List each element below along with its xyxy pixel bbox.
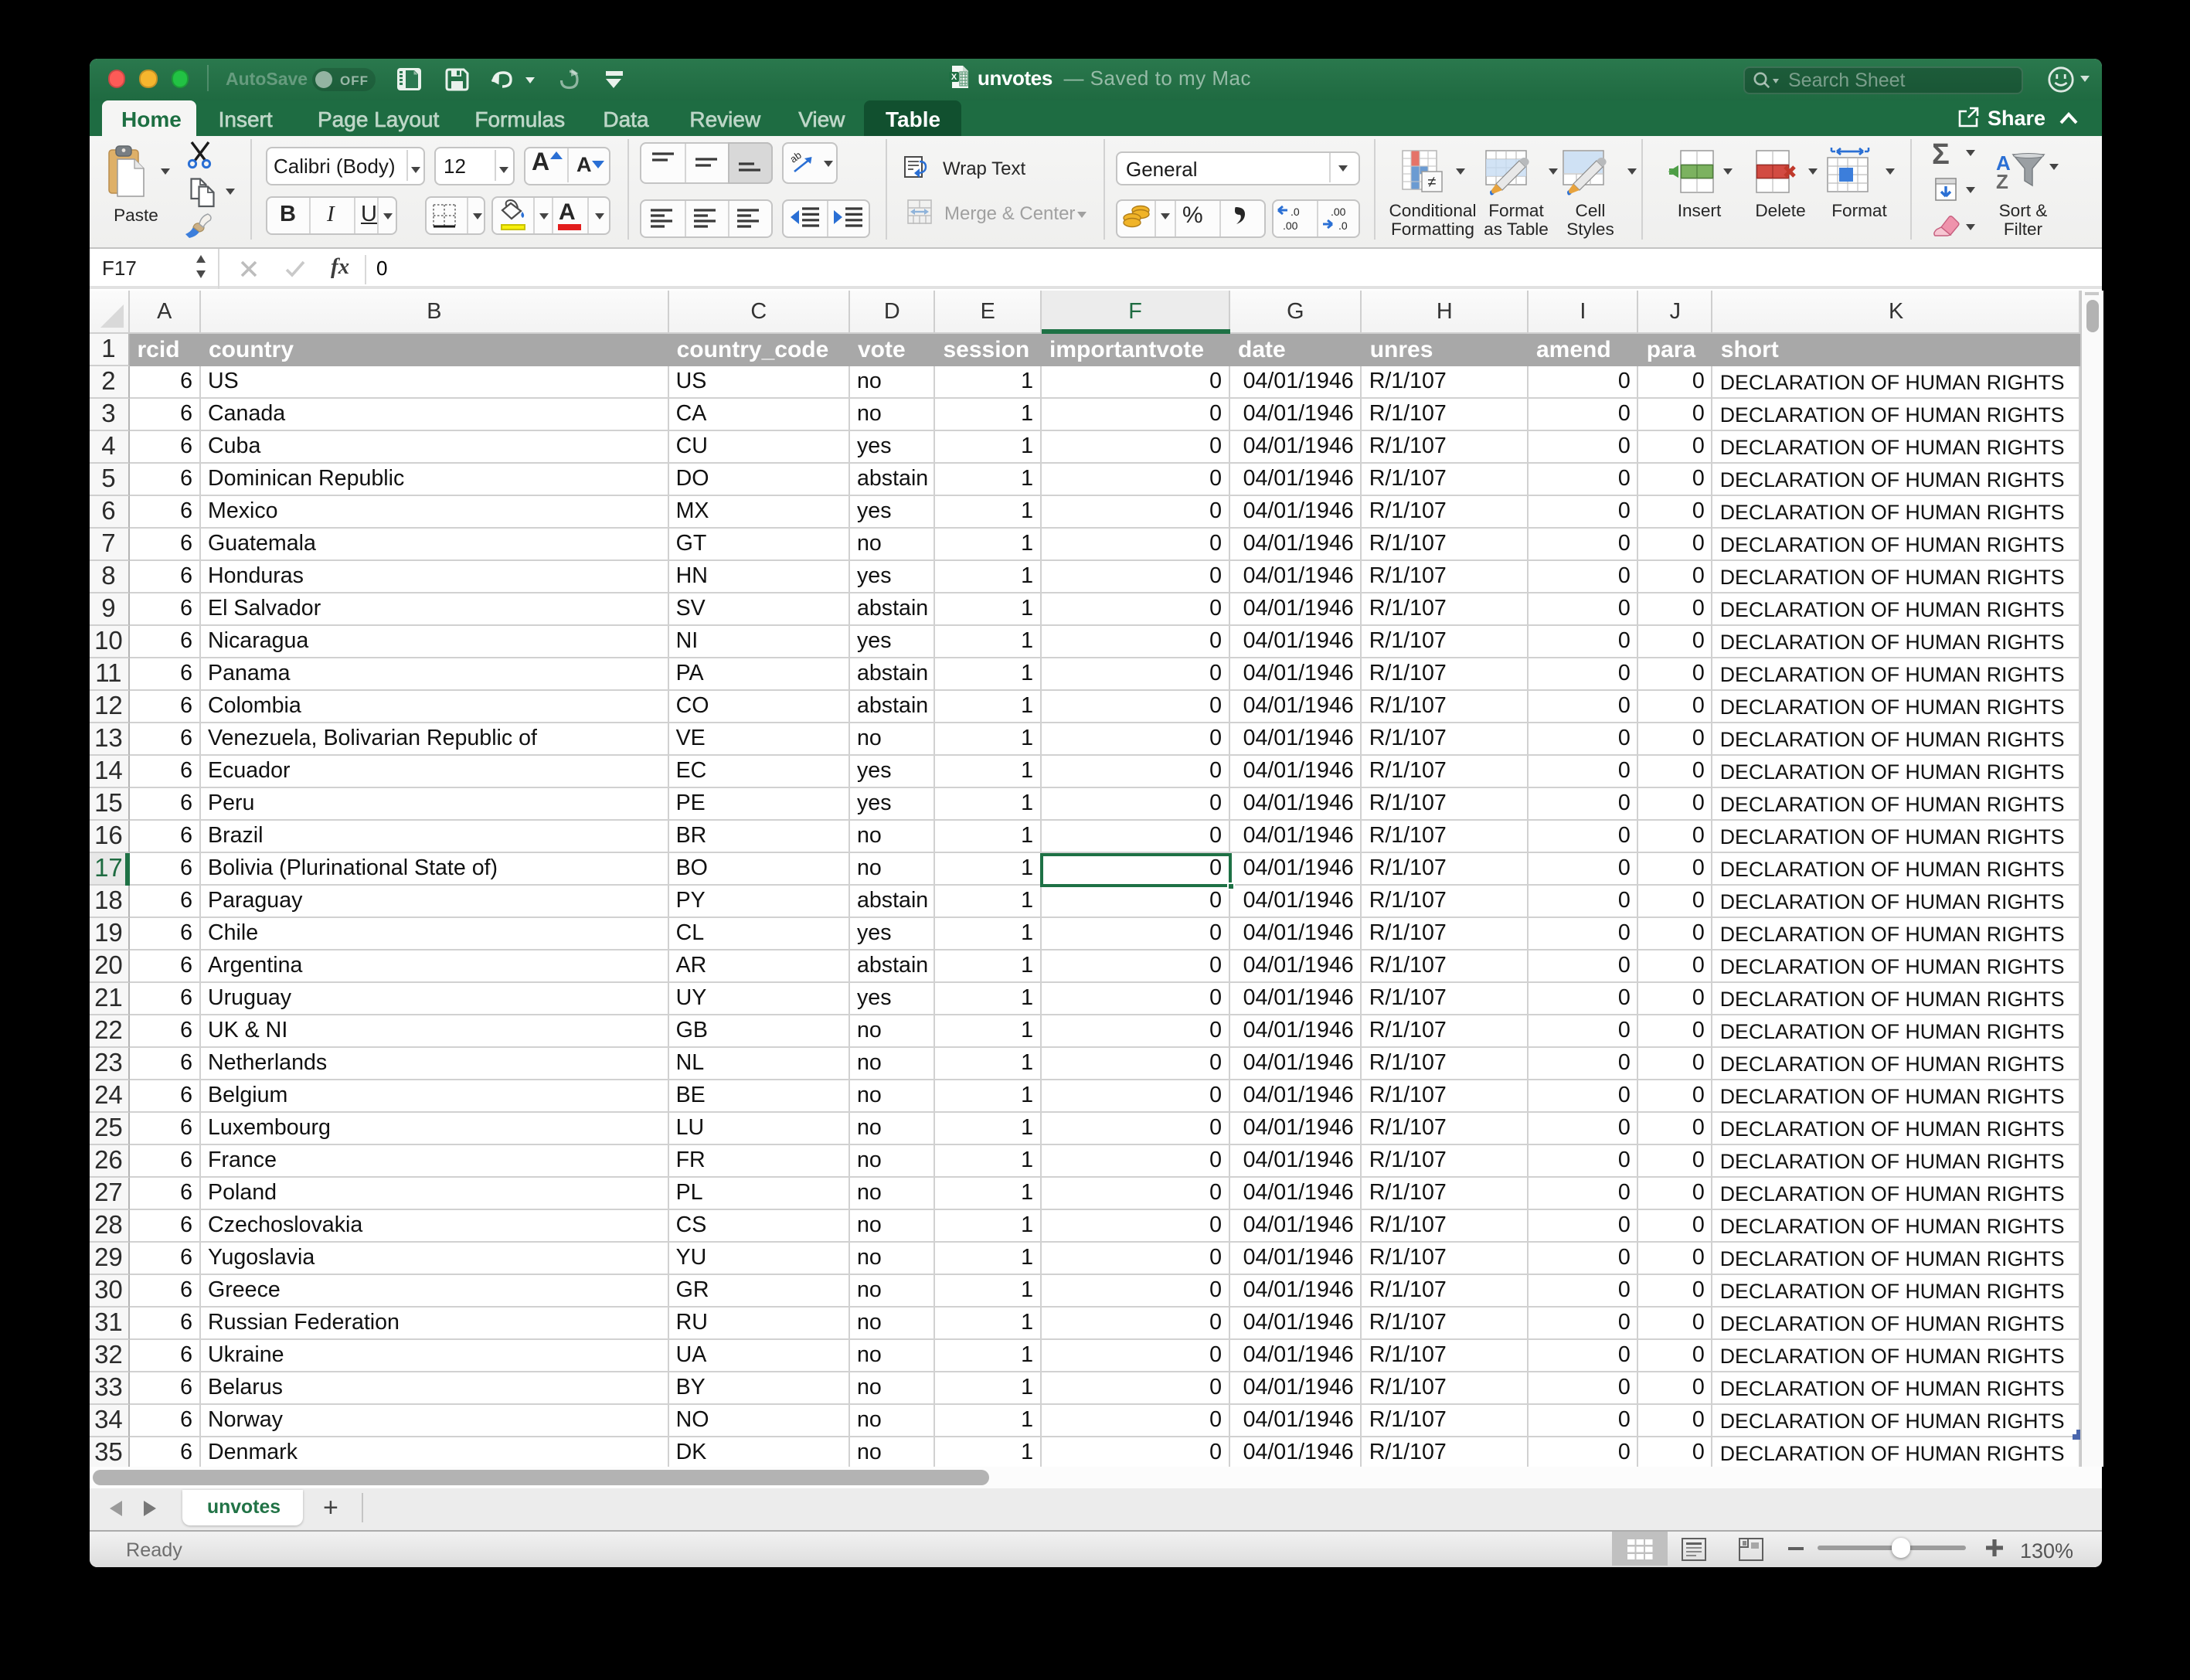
svg-text:X: X xyxy=(950,73,957,82)
svg-text:.00: .00 xyxy=(1283,219,1298,232)
svg-text:ab: ab xyxy=(787,149,803,165)
svg-text:.0: .0 xyxy=(1291,206,1300,218)
svg-text:≠: ≠ xyxy=(1428,174,1437,191)
